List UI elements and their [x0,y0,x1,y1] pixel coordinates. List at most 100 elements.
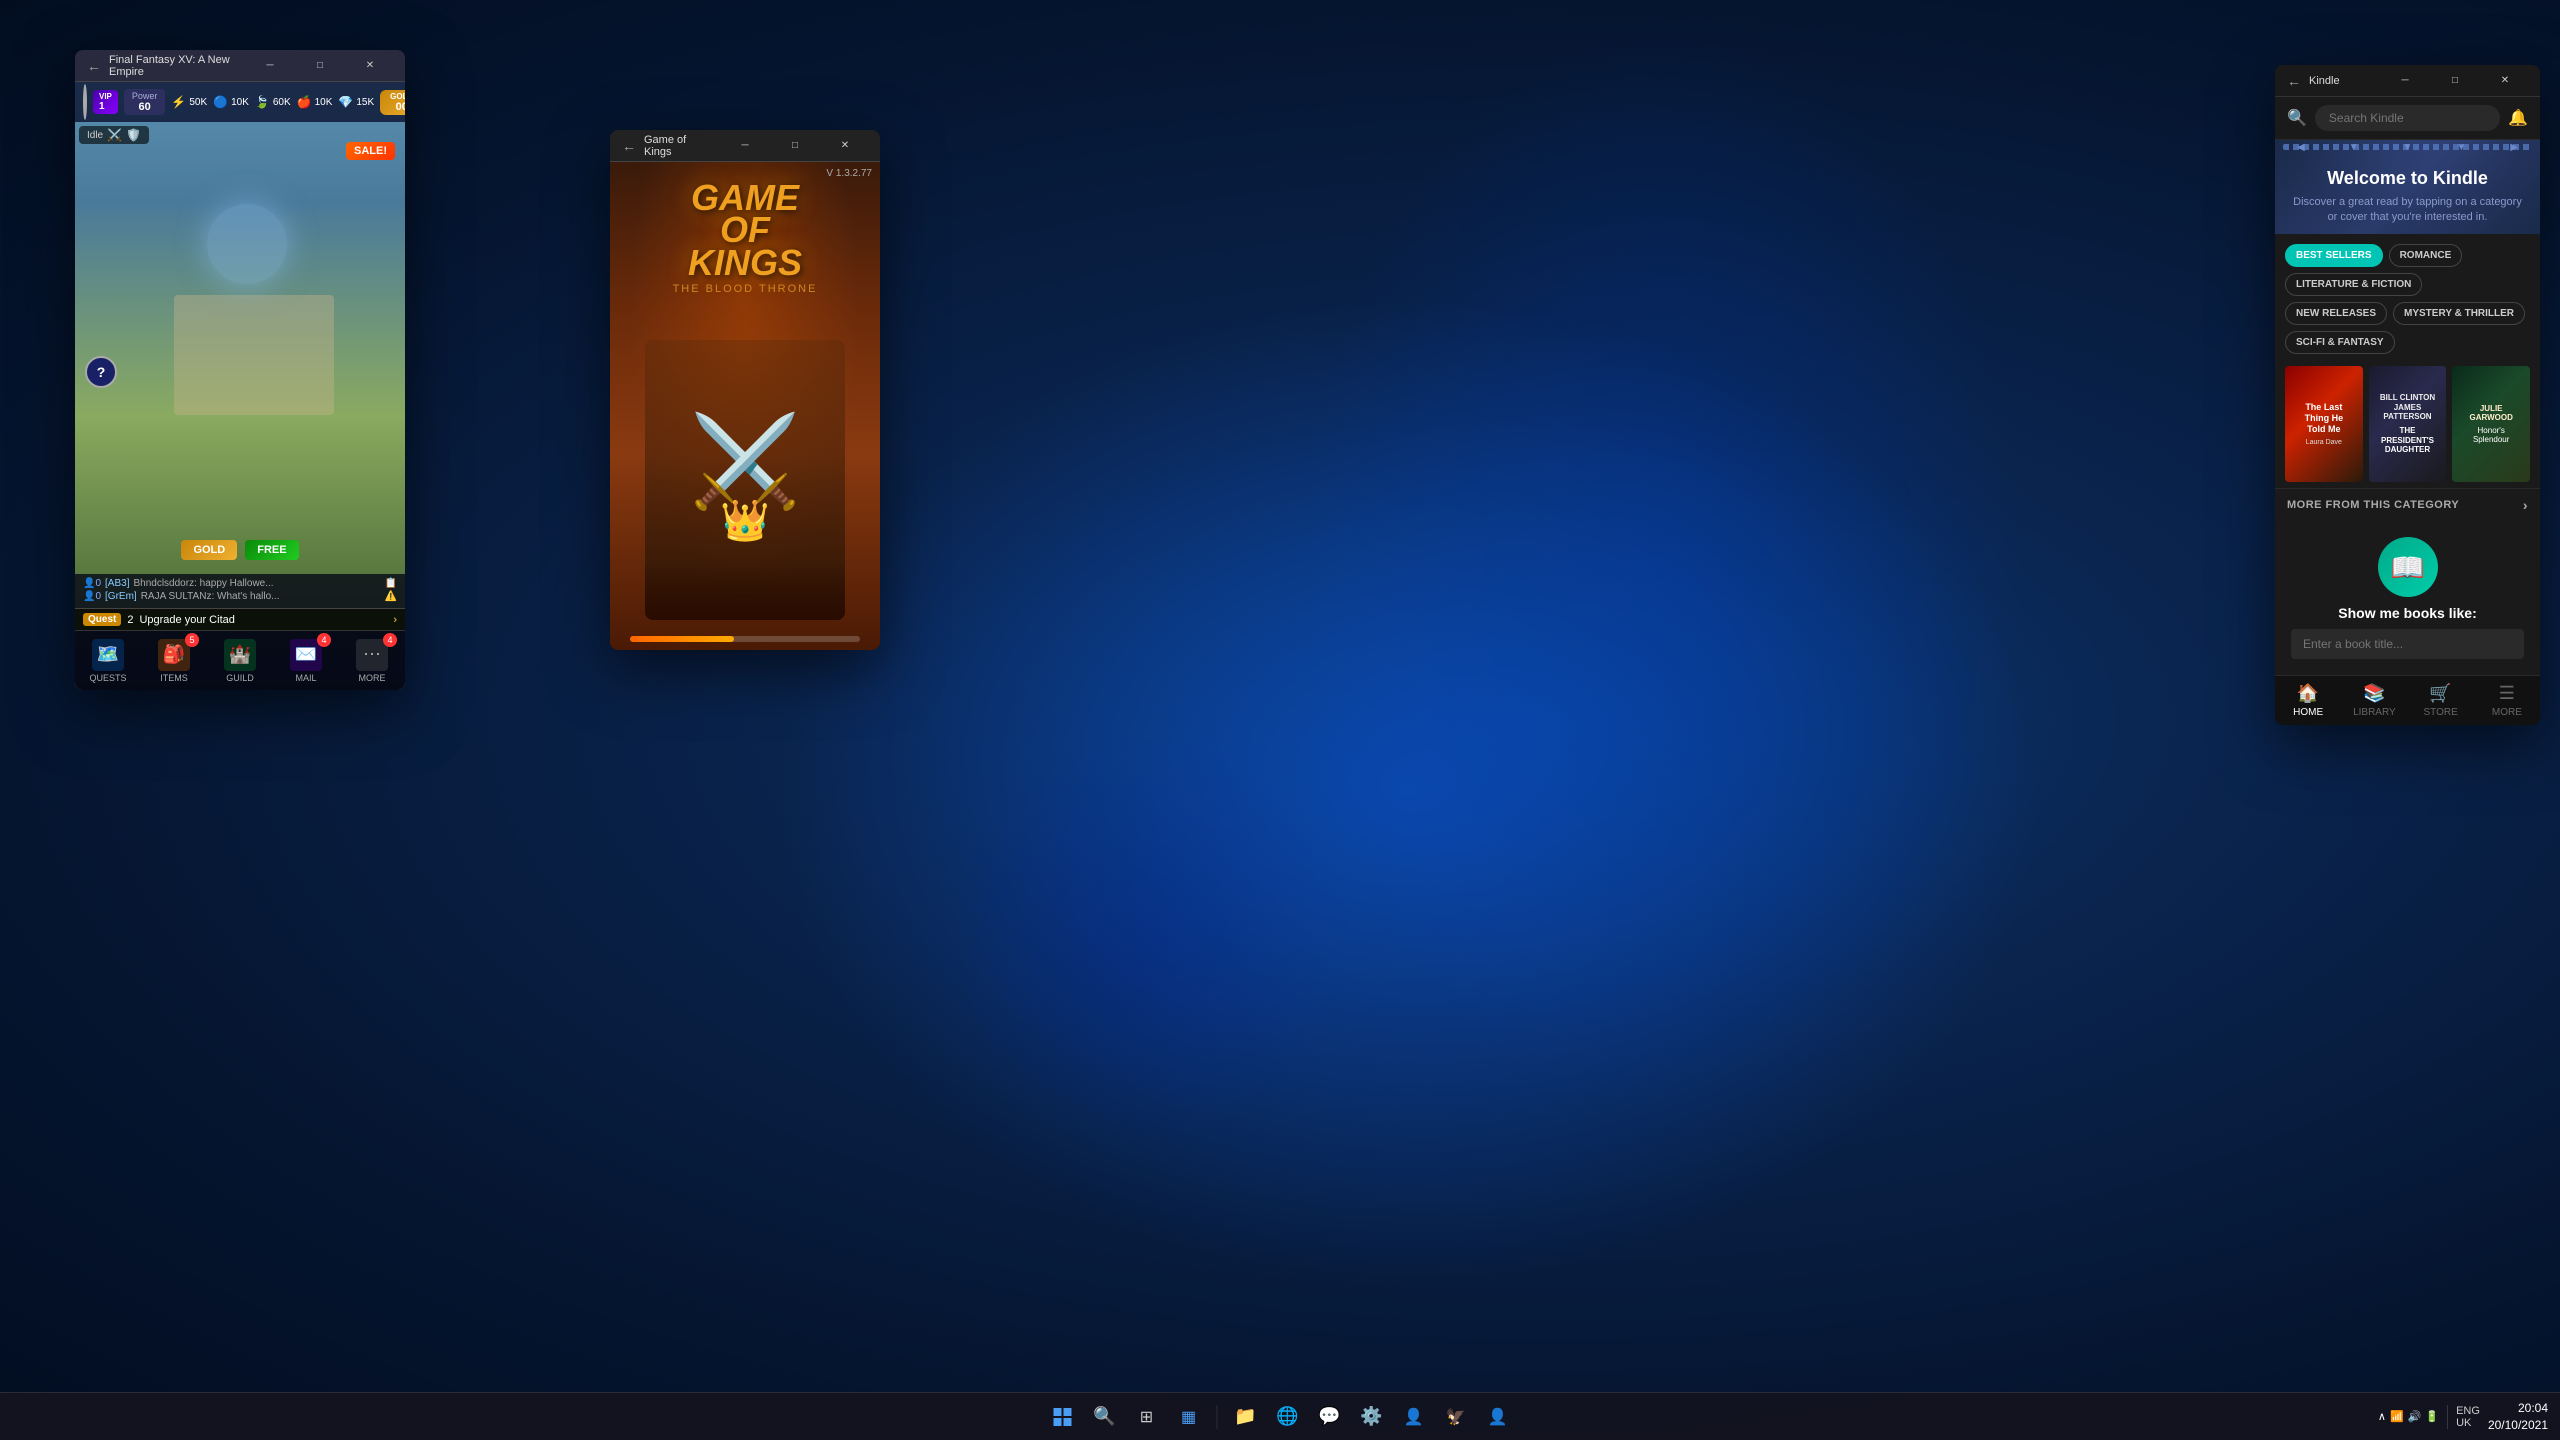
taskbar-app2-button[interactable]: 🦅 [1438,1399,1474,1435]
kindle-book-3-author: JULIE GARWOOD [2460,404,2522,422]
kindle-book-1-info: The LastThing HeTold Me Laura Dave [2297,394,2352,453]
kindle-nav-more[interactable]: ☰ MORE [2474,676,2540,725]
ff-quest-num: 2 [127,614,133,626]
taskbar-explorer-button[interactable]: 📁 [1228,1399,1264,1435]
ff-minimize-button[interactable]: ─ [247,50,293,82]
ff-chat-alert-2: ⚠️ [385,591,397,602]
ff-chat-alert-1: 📋 [385,578,397,589]
gok-minimize-button[interactable]: ─ [722,130,768,162]
taskbar-clock: 20:04 20/10/2021 [2488,1400,2548,1434]
ff-nav-quests[interactable]: 🗺️ QUESTS [75,631,141,690]
kindle-cat-scifi[interactable]: SCI-FI & FANTASY [2285,331,2395,354]
gok-game-logo: GAME OF KINGS THE BLOOD THRONE [635,182,855,295]
kindle-back-icon[interactable]: ← [2287,73,2301,89]
taskbar-teams-button[interactable]: 💬 [1312,1399,1348,1435]
kindle-cat-literature[interactable]: LITERATURE & FICTION [2285,273,2422,296]
ff-chat-msg-2: RAJA SULTANz: What's hallo... [141,591,280,602]
kindle-window-title: Kindle [2309,75,2340,87]
ff-bottom-section: 👤0 [AB3] Bhndclsddorz: happy Hallowe... … [75,574,405,690]
kindle-nav-store[interactable]: 🛒 STORE [2408,676,2474,725]
kindle-cat-mystery[interactable]: MYSTERY & THRILLER [2393,302,2525,325]
kindle-close-button[interactable]: ✕ [2482,65,2528,97]
ff-nav-more[interactable]: 4 ⋯ MORE [339,631,405,690]
taskbar-widgets-button[interactable]: ▦ [1171,1399,1207,1435]
ff-idle-icon2: 🛡️ [126,128,141,142]
ff-free-button[interactable]: FREE [245,540,298,560]
taskbar-taskview-button[interactable]: ⊞ [1129,1399,1165,1435]
ff-nav-quests-icon: 🗺️ [92,639,124,671]
kindle-show-input[interactable] [2291,629,2524,659]
kindle-book-3[interactable]: JULIE GARWOOD Honor's Splendour [2452,366,2530,483]
battery-icon: 🔋 [2425,1410,2439,1423]
kindle-nav-library[interactable]: 📚 LIBRARY [2341,676,2407,725]
gok-close-button[interactable]: ✕ [822,130,868,162]
clock-time: 20:04 [2488,1400,2548,1417]
ff-res-3: 🍃 60K [255,95,291,109]
ff-avatar: 👤 [83,84,87,120]
kindle-decorations: ◀ ▼ ▼ ▼ ▶ [2275,142,2540,153]
teams-icon: 💬 [1318,1406,1340,1427]
deco-5: ▶ [2510,142,2518,153]
kindle-book-2-title: THE PRESIDENT'S DAUGHTER [2377,426,2439,455]
kindle-search-input[interactable] [2315,105,2500,131]
ff-idle-bar: Idle ⚔️ 🛡️ [79,126,149,144]
ff-window-title: Final Fantasy XV: A New Empire [109,54,239,78]
gok-title-game: GAME OF KINGS [635,182,855,279]
ff-res-4: 🍎 10K [297,95,333,109]
kindle-cat-romance[interactable]: ROMANCE [2389,244,2463,267]
kindle-welcome-subtitle: Discover a great read by tapping on a ca… [2291,195,2524,226]
gok-maximize-button[interactable]: □ [772,130,818,162]
ff-nav-guild[interactable]: 🏰 GUILD [207,631,273,690]
kindle-nav-home[interactable]: 🏠 HOME [2275,676,2341,725]
app3-icon: 👤 [1488,1407,1508,1427]
ff-titlebar: ← Final Fantasy XV: A New Empire ─ □ ✕ [75,50,405,82]
taskbar-sys-tray: ∧ 📶 🔊 🔋 [2378,1410,2439,1423]
kindle-nav-store-label: STORE [2423,707,2457,718]
ff-res-5: 💎 15K [338,95,374,109]
gok-titlebar: ← Game of Kings ─ □ ✕ [610,130,880,162]
taskbar-app1-button[interactable]: 👤 [1396,1399,1432,1435]
gok-loading-fill [630,636,734,642]
ff-back-icon[interactable]: ← [87,58,101,74]
kindle-book-1[interactable]: The LastThing HeTold Me Laura Dave [2285,366,2363,483]
ff-sale-badge: SALE! [346,142,395,160]
kindle-more-category[interactable]: MORE FROM THIS CATEGORY › [2275,488,2540,521]
language-label: ENGUK [2456,1405,2480,1429]
deco-4: ▼ [2456,142,2466,153]
taskbar-settings-button[interactable]: ⚙️ [1354,1399,1390,1435]
search-icon: 🔍 [2287,108,2307,128]
kindle-notification-icon[interactable]: 🔔 [2508,108,2528,128]
taskbar-app3-button[interactable]: 👤 [1480,1399,1516,1435]
gok-window-title: Game of Kings [644,134,714,158]
ff-res-val-3: 60K [273,97,291,108]
ff-gold-button[interactable]: GOLD [181,540,237,560]
ff-nav-guild-label: GUILD [226,673,254,683]
kindle-maximize-button[interactable]: □ [2432,65,2478,97]
kindle-minimize-button[interactable]: ─ [2382,65,2428,97]
gok-back-icon[interactable]: ← [622,138,636,154]
kindle-nav-home-label: HOME [2293,707,2323,718]
ff-chat-area: 👤0 [AB3] Bhndclsddorz: happy Hallowe... … [75,574,405,608]
ff-close-button[interactable]: ✕ [347,50,393,82]
kindle-book-1-title: The LastThing HeTold Me [2305,402,2344,434]
kindle-cat-bestsellers[interactable]: BEST SELLERS [2285,244,2383,267]
chevron-up-icon[interactable]: ∧ [2378,1410,2386,1423]
kindle-book-2[interactable]: BILL CLINTONJAMES PATTERSON THE PRESIDEN… [2369,366,2447,483]
ff-nav-items[interactable]: 5 🎒 ITEMS [141,631,207,690]
ff-nav-mail[interactable]: 4 ✉️ MAIL [273,631,339,690]
gok-warrior-icon: ⚔️ [689,417,801,507]
taskbar-start-button[interactable] [1045,1399,1081,1435]
kindle-cat-newreleases[interactable]: NEW RELEASES [2285,302,2387,325]
kindle-store-icon: 🛒 [2429,683,2451,704]
taskbar-search-button[interactable]: 🔍 [1087,1399,1123,1435]
widgets-icon: ▦ [1181,1407,1196,1427]
taskbar-edge-button[interactable]: 🌐 [1270,1399,1306,1435]
kindle-window-controls: ─ □ ✕ [2382,65,2528,97]
ff-maximize-button[interactable]: □ [297,50,343,82]
taskbar-right-section: ∧ 📶 🔊 🔋 ENGUK 20:04 20/10/2021 [2378,1400,2548,1434]
kindle-window: ← Kindle ─ □ ✕ 🔍 🔔 ◀ ▼ ▼ ▼ ▶ Welcome to … [2275,65,2540,725]
ff-vip-badge: VIP 1 [93,90,118,114]
kindle-book-3-info: JULIE GARWOOD Honor's Splendour [2452,396,2530,452]
ff-res-2: 🔵 10K [213,95,249,109]
ff-help-button[interactable]: ? [85,356,117,388]
